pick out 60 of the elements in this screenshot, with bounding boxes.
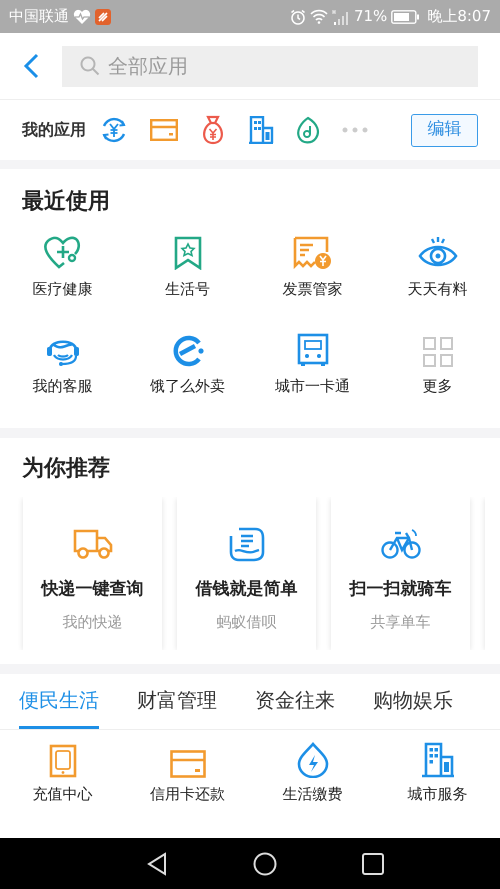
section-title: 最近使用 xyxy=(21,188,111,216)
section-label: 我的应用 xyxy=(22,119,86,141)
back-nav-icon[interactable] xyxy=(146,852,168,876)
recommend-card[interactable]: 借钱就是简单 蚂蚁借呗 xyxy=(177,497,316,650)
drop-icon[interactable] xyxy=(296,116,320,144)
service-item[interactable]: 充值中心 xyxy=(32,742,92,806)
e-letter-icon xyxy=(170,333,204,367)
stethoscope-icon xyxy=(42,236,82,270)
receipt-yen-icon xyxy=(292,236,332,270)
card-title: 快递一键查询 xyxy=(42,578,144,601)
grid-icon xyxy=(422,337,452,367)
home-nav-icon[interactable] xyxy=(253,852,277,876)
hand-note-icon xyxy=(228,526,264,562)
category-tab[interactable]: 财富管理 xyxy=(137,674,217,729)
recents-nav-icon[interactable] xyxy=(362,852,384,874)
yen-cycle-icon[interactable] xyxy=(100,116,128,144)
app-item[interactable]: 更多 xyxy=(422,331,452,398)
category-tab[interactable]: 购物娱乐 xyxy=(373,674,453,729)
money-bag-icon[interactable] xyxy=(200,115,226,145)
section-title: 为你推荐 xyxy=(21,455,111,483)
signal-icon xyxy=(332,8,350,24)
card-title: 扫一扫就骑车 xyxy=(350,578,452,601)
card-subtitle: 共享单车 xyxy=(370,612,430,632)
app-item[interactable]: 生活号 xyxy=(165,234,210,300)
card-icon[interactable] xyxy=(150,119,178,141)
app-item[interactable]: 发票管家 xyxy=(282,234,342,300)
card-icon xyxy=(170,750,206,778)
card-reader-icon xyxy=(296,333,328,367)
bookmark-star-icon xyxy=(174,236,202,270)
recommend-card[interactable]: 扫一扫就骑车 共享单车 xyxy=(331,497,470,650)
back-icon[interactable] xyxy=(22,53,40,79)
battery-icon xyxy=(391,10,420,24)
heart-pulse-icon xyxy=(73,8,91,24)
service-item[interactable]: 生活缴费 xyxy=(282,742,342,806)
carrier-text: 中国联通 xyxy=(9,6,69,28)
recommend-card[interactable]: 快递一键查询 我的快递 xyxy=(23,497,162,650)
category-tab[interactable]: 资金往来 xyxy=(255,674,335,729)
tablet-icon xyxy=(48,744,76,778)
app-item[interactable]: 城市一卡通 xyxy=(275,331,350,398)
app-item[interactable]: 医疗健康 xyxy=(32,234,92,300)
app-item[interactable]: 天天有料 xyxy=(408,234,468,300)
app-item[interactable]: 我的客服 xyxy=(32,331,92,398)
clock-text: 晚上8:07 xyxy=(427,6,491,28)
wifi-icon xyxy=(310,9,328,24)
battery-percent: 71% xyxy=(354,6,388,28)
truck-icon xyxy=(72,529,112,559)
bicycle-icon xyxy=(380,528,420,560)
app-item[interactable]: 饿了么外卖 xyxy=(150,331,225,398)
card-subtitle: 我的快递 xyxy=(62,612,122,632)
drop-lightning-icon xyxy=(296,742,328,778)
alarm-icon xyxy=(290,8,306,24)
building-icon[interactable] xyxy=(248,116,274,144)
app-icon xyxy=(95,8,111,24)
search-icon xyxy=(80,56,100,76)
building-icon xyxy=(420,742,454,778)
search-field[interactable]: 全部应用 xyxy=(62,46,478,86)
card-subtitle: 蚂蚁借呗 xyxy=(216,612,276,632)
card-title: 借钱就是简单 xyxy=(196,578,298,601)
service-item[interactable]: 城市服务 xyxy=(408,742,468,806)
service-item[interactable]: 信用卡还款 xyxy=(150,742,225,806)
